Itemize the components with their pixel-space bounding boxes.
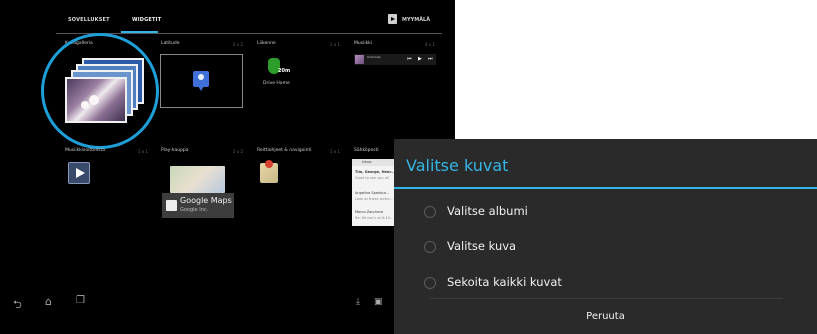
widget-size-latitude: 2 x 2 [233,42,243,47]
playlist-play-icon[interactable] [68,162,90,184]
play-store-widget[interactable] [170,166,225,193]
widget-size-navigation: 1 x 1 [330,149,340,154]
option-label: Valitse kuva [447,239,517,253]
play-store-icon [166,200,177,211]
recent-apps-icon[interactable]: ❐ [76,295,85,306]
play-icon: ▶ [418,56,422,62]
store-icon[interactable] [388,14,397,24]
email-snippet: Re: Dinner's at 6:40... [355,216,394,220]
widget-label-email: Sähköposti [354,148,379,153]
email-inbox-label: Inbox [362,160,372,164]
cancel-button[interactable]: Peruuta [394,299,817,334]
widget-tab-bar: SOVELLUKSET WIDGETIT MYYMÄLÄ [0,0,455,33]
pin-tail [198,86,204,91]
email-sender: Marco Zacchera [355,210,384,214]
widget-label-navigation: Reittiohjeet & navigointi [257,148,312,153]
next-icon: ⏭ [428,56,433,62]
maps-app-publisher: Google Inc. [180,207,209,213]
map-pin-icon [265,160,273,168]
person-icon [198,74,204,80]
email-snippet: Good to see you all [355,176,389,180]
widget-label-music: Musiikki [354,41,373,46]
tab-widgets[interactable]: WIDGETIT [132,17,161,23]
highlight-circle [41,33,159,149]
music-track-title: Unknown [367,55,381,59]
widget-label-playlist: Musiikkisoittolista [65,148,106,153]
traffic-time: 20m [278,68,291,74]
option-choose-picture[interactable]: Valitse kuva [424,236,804,262]
dialog-title-divider [394,187,817,189]
option-label: Valitse albumi [447,204,528,218]
radio-button[interactable] [424,206,436,218]
widget-label-play-store: Play-kauppa [161,148,189,153]
widget-size-playlist: 1 x 1 [138,149,148,154]
email-sender: Angelina Spenbur... [355,191,390,195]
email-snippet: Look at these pictur... [355,197,393,201]
widget-size-music: 4 x 1 [425,42,435,47]
radio-button[interactable] [424,277,436,289]
option-choose-album[interactable]: Valitse albumi [424,201,804,227]
widget-size-play-store: 2 x 2 [233,149,243,154]
option-shuffle-all[interactable]: Sekoita kaikki kuvat [424,272,804,298]
widget-size-traffic: 1 x 1 [330,42,340,47]
previous-icon: ⏮ [407,56,412,62]
home-icon[interactable]: ⌂ [45,295,52,308]
tab-apps[interactable]: SOVELLUKSET [68,17,110,23]
launcher-screenshot: SOVELLUKSET WIDGETIT MYYMÄLÄ Kuvagalleri… [0,0,455,334]
widget-label-latitude: Latitude [161,41,180,46]
album-art [355,55,364,64]
download-icon[interactable]: ⤓ [356,297,360,307]
dialog-title: Valitse kuvat [406,156,509,175]
email-sender: Tim, George, Henr... [355,170,395,174]
radio-button[interactable] [424,241,436,253]
traffic-caption: Drive Home [263,81,290,86]
widget-label-traffic: Liikenne [257,41,276,46]
store-button[interactable]: MYYMÄLÄ [402,17,430,23]
maps-app-title: Google Maps [180,196,232,205]
email-header [352,159,396,166]
image-icon[interactable]: ▣ [374,297,383,307]
choose-pictures-dialog: Valitse kuvat Valitse albumi Valitse kuv… [394,139,817,334]
option-label: Sekoita kaikki kuvat [447,275,562,289]
back-icon[interactable]: ⮌ [13,296,22,315]
